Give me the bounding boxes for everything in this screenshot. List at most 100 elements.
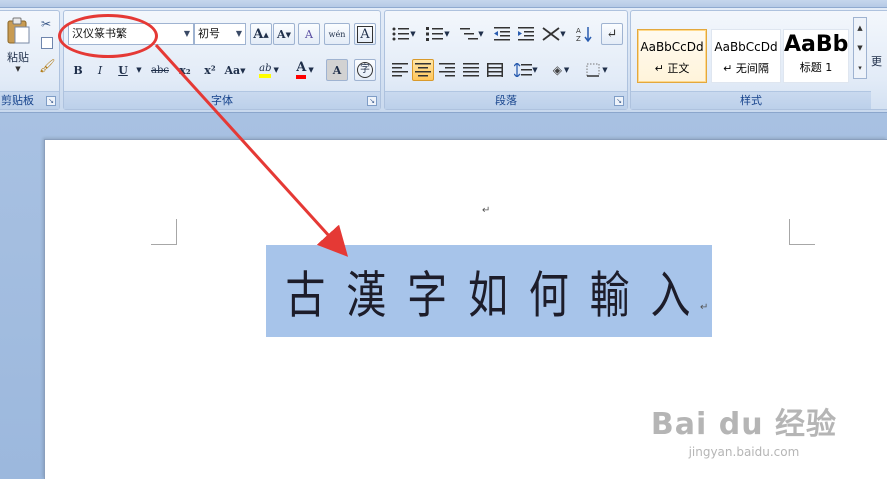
increase-indent-icon <box>518 27 534 41</box>
increase-indent-button[interactable] <box>515 23 537 45</box>
eraser-icon: A <box>305 27 313 41</box>
align-right-icon <box>439 63 455 77</box>
glyph: 漢 <box>346 267 389 325</box>
chevron-down-icon[interactable]: ▼ <box>181 24 193 44</box>
numbering-button[interactable]: ▼ <box>423 23 453 45</box>
chevron-down-icon[interactable]: ▼ <box>134 59 144 81</box>
crop-mark <box>789 219 815 245</box>
paragraph-group: ▼ ▼ ▼ ▼ AZ ↵ ▼ ◈ ▼ ▼ 段落 ↘ <box>384 10 628 110</box>
glyph: 輸 <box>589 267 632 325</box>
glyph: 何 <box>528 267 571 325</box>
style-heading-1[interactable]: AaBb 标题 1 <box>783 29 849 83</box>
styles-group: AaBbCcDd ↵ 正文 AaBbCcDd ↵ 无间隔 AaBb 标题 1 ▲… <box>630 10 887 110</box>
chinese-layout-icon <box>542 27 560 41</box>
glyph: 如 <box>467 267 510 325</box>
change-styles-label[interactable]: 更 <box>871 53 882 69</box>
glyph: 入 <box>650 267 693 325</box>
style-name: 标题 1 <box>799 61 833 74</box>
watermark: Bai du 经验 jingyan.baidu.com <box>651 399 837 459</box>
clipboard-group: 粘贴 ▼ ✂ 🖌 剪贴板 ↘ <box>0 10 60 110</box>
glyph: 古 <box>285 267 328 325</box>
style-name: ↵ 正文 <box>654 62 690 75</box>
chevron-down-icon[interactable]: ▼ <box>233 24 245 44</box>
numbered-list-icon <box>426 27 444 41</box>
superscript-button[interactable]: x² <box>199 59 221 81</box>
multilevel-list-button[interactable]: ▼ <box>457 23 487 45</box>
paint-bucket-icon: ◈ <box>552 63 562 77</box>
ribbon-tab-strip <box>0 0 887 8</box>
paste-button[interactable]: 粘贴 ▼ <box>3 17 33 79</box>
style-sample: AaBbCcDd <box>714 40 778 54</box>
chevron-up-icon[interactable]: ▲ <box>854 18 866 38</box>
font-group-label: 字体 <box>64 91 380 109</box>
selected-text[interactable]: 古 漢 字 如 何 輸 入 <box>266 245 712 337</box>
watermark-main: Bai du 经验 <box>650 407 837 442</box>
clear-formatting-button[interactable]: A <box>298 23 320 45</box>
font-size-combobox[interactable]: 初号 ▼ <box>194 23 246 45</box>
character-shading-button[interactable]: A <box>326 59 348 81</box>
style-no-spacing[interactable]: AaBbCcDd ↵ 无间隔 <box>711 29 781 83</box>
align-right-button[interactable] <box>436 59 458 81</box>
cut-icon[interactable]: ✂ <box>41 17 51 31</box>
dialog-launcher-icon[interactable]: ↘ <box>46 96 56 106</box>
annotation-ellipse <box>58 14 158 58</box>
font-color-button[interactable]: A ▼ <box>290 59 320 81</box>
dialog-launcher-icon[interactable]: ↘ <box>367 96 377 106</box>
distributed-icon <box>487 63 503 77</box>
style-normal[interactable]: AaBbCcDd ↵ 正文 <box>637 29 707 83</box>
font-size-value: 初号 <box>198 27 220 40</box>
crop-mark <box>151 219 177 245</box>
more-styles-icon[interactable]: ▾ <box>854 58 866 78</box>
sort-icon: AZ <box>576 27 592 42</box>
paragraph-mark: ↵ <box>482 205 491 216</box>
bullets-button[interactable]: ▼ <box>389 23 419 45</box>
paragraph-mark: ↵ <box>700 302 709 313</box>
highlight-button[interactable]: ab ▼ <box>254 59 284 81</box>
bold-button[interactable]: B <box>68 59 88 81</box>
character-border-button[interactable]: A <box>354 23 376 45</box>
sort-button[interactable]: AZ <box>573 23 595 45</box>
glyph: 字 <box>407 267 450 325</box>
phonetic-guide-button[interactable]: wén <box>324 23 350 45</box>
italic-button[interactable]: I <box>90 59 110 81</box>
align-center-button[interactable] <box>412 59 434 81</box>
chevron-down-icon: ▼ <box>15 65 21 73</box>
ribbon: 粘贴 ▼ ✂ 🖌 剪贴板 ↘ 汉仪篆书繁 ▼ 初号 ▼ A ▲ A ▼ A wén … <box>0 0 887 113</box>
align-center-icon <box>415 63 431 77</box>
justify-button[interactable] <box>460 59 482 81</box>
style-sample: AaBb <box>784 32 849 57</box>
strikethrough-button[interactable]: abc <box>148 59 172 81</box>
enclose-characters-button[interactable]: 字 <box>354 59 376 81</box>
style-sample: AaBbCcDd <box>640 40 704 54</box>
distributed-button[interactable] <box>484 59 506 81</box>
svg-text:Z: Z <box>576 35 581 42</box>
line-spacing-button[interactable]: ▼ <box>511 59 541 81</box>
styles-group-label: 样式 <box>631 91 871 109</box>
decrease-indent-button[interactable] <box>491 23 513 45</box>
borders-button[interactable]: ▼ <box>581 59 613 81</box>
decrease-indent-icon <box>494 27 510 41</box>
chevron-down-icon[interactable]: ▼ <box>854 38 866 58</box>
style-name: ↵ 无间隔 <box>723 62 769 75</box>
shading-button[interactable]: ◈ ▼ <box>545 59 577 81</box>
justify-icon <box>463 63 479 77</box>
underline-button[interactable]: U <box>112 59 134 81</box>
shrink-font-button[interactable]: A ▼ <box>273 23 295 45</box>
grow-font-button[interactable]: A ▲ <box>250 23 272 45</box>
subscript-button[interactable]: x₂ <box>174 59 196 81</box>
show-formatting-marks-button[interactable]: ↵ <box>601 23 623 45</box>
copy-icon[interactable] <box>41 37 53 49</box>
multilevel-list-icon <box>460 28 479 40</box>
paragraph-group-label: 段落 <box>385 91 627 109</box>
change-case-button[interactable]: Aa ▼ <box>223 59 247 81</box>
border-icon <box>586 63 600 77</box>
chinese-layout-button[interactable]: ▼ <box>539 23 569 45</box>
highlighter-icon: ab <box>259 63 272 78</box>
dialog-launcher-icon[interactable]: ↘ <box>614 96 624 106</box>
paste-label: 粘贴 <box>7 51 29 64</box>
align-left-button[interactable] <box>389 59 411 81</box>
watermark-sub: jingyan.baidu.com <box>688 445 800 459</box>
svg-text:A: A <box>576 27 581 35</box>
format-painter-icon[interactable]: 🖌 <box>39 59 56 74</box>
styles-scroll[interactable]: ▲ ▼ ▾ <box>853 17 867 79</box>
